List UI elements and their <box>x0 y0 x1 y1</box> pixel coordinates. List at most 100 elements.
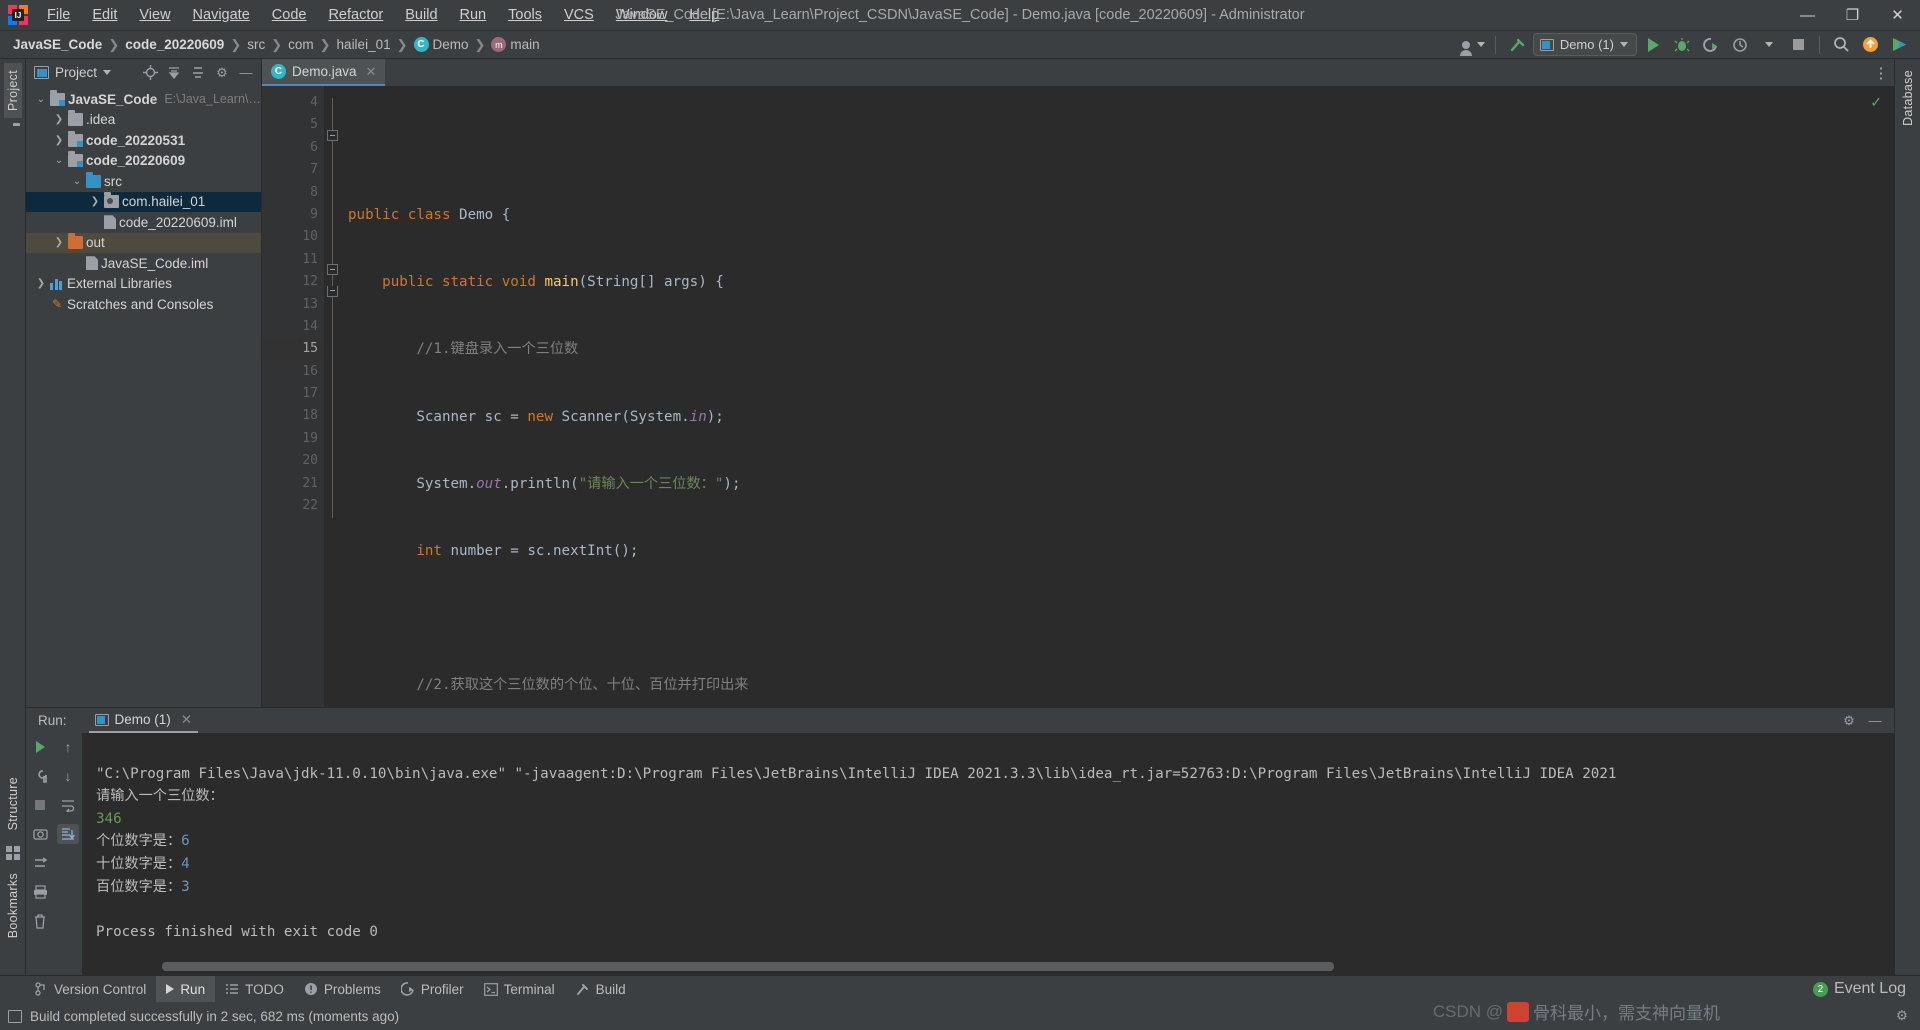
chevron-right-icon[interactable]: ❯ <box>52 237 66 248</box>
menu-window[interactable]: Window <box>605 3 679 27</box>
scroll-to-end-icon[interactable] <box>57 824 79 844</box>
breadcrumb-main[interactable]: m main <box>486 35 544 54</box>
minimize-button[interactable]: — <box>1785 0 1830 31</box>
menu-refactor[interactable]: Refactor <box>317 3 394 27</box>
run-icon[interactable] <box>1640 33 1666 57</box>
maximize-button[interactable]: ❐ <box>1830 0 1875 31</box>
account-icon[interactable] <box>1460 33 1487 57</box>
breadcrumb-hailei-01[interactable]: hailei_01 <box>332 35 396 54</box>
tool-button-problems[interactable]: Problems <box>294 976 391 1002</box>
tree-row-code-20220531[interactable]: ❯ code_20220531 <box>26 130 261 151</box>
tool-button-profiler[interactable]: Profiler <box>391 976 474 1002</box>
fold-toggle-icon[interactable] <box>327 130 338 141</box>
close-icon[interactable]: ✕ <box>366 64 377 80</box>
status-bar-message[interactable]: Build completed successfully in 2 sec, 6… <box>30 1009 399 1024</box>
debug-icon[interactable] <box>1669 33 1695 57</box>
tree-row-code-20220609[interactable]: ⌄ code_20220609 <box>26 151 261 172</box>
menu-vcs[interactable]: VCS <box>553 3 605 27</box>
menu-view[interactable]: View <box>128 3 181 27</box>
chevron-down-icon[interactable]: ⌄ <box>52 155 66 166</box>
menu-build[interactable]: Build <box>394 3 448 27</box>
breadcrumb-com[interactable]: com <box>283 35 319 54</box>
line-number: 13 <box>302 296 318 312</box>
rail-project-button[interactable]: Project <box>3 63 22 119</box>
tree-row-src[interactable]: ⌄ src <box>26 171 261 192</box>
editor-tab-demo-java[interactable]: C Demo.java ✕ <box>262 59 386 86</box>
console-output[interactable]: "C:\Program Files\Java\jdk-11.0.10\bin\j… <box>82 733 1894 975</box>
rail-structure-button[interactable]: Structure <box>4 770 22 837</box>
menu-tools[interactable]: Tools <box>497 3 553 27</box>
menu-code[interactable]: Code <box>261 3 318 27</box>
rail-grid-icon[interactable] <box>5 845 20 860</box>
locate-icon[interactable] <box>139 62 161 84</box>
event-log-button[interactable]: 2 Event Log <box>1812 980 1906 998</box>
tree-row-external-libraries[interactable]: ❯ External Libraries <box>26 274 261 295</box>
expand-all-icon[interactable] <box>163 62 185 84</box>
settings-gear-icon[interactable]: ⚙ <box>211 62 233 84</box>
search-icon[interactable] <box>1828 33 1854 57</box>
breadcrumb-javase-code[interactable]: JavaSE_Code <box>8 35 107 54</box>
scroll-down-icon[interactable]: ↓ <box>57 766 79 786</box>
tool-button-terminal[interactable]: Terminal <box>474 976 565 1002</box>
tool-button-todo[interactable]: TODO <box>215 976 294 1002</box>
run-configuration-selector[interactable]: Demo (1) <box>1532 33 1637 56</box>
tool-button-build[interactable]: Build <box>565 976 636 1002</box>
status-gear-icon[interactable]: ⚙ <box>1896 1008 1908 1024</box>
profiler-icon[interactable] <box>1727 33 1753 57</box>
console-horizontal-scrollbar[interactable] <box>162 962 1334 971</box>
menu-run[interactable]: Run <box>449 3 498 27</box>
chevron-down-icon[interactable]: ⌄ <box>70 176 84 187</box>
breadcrumb-code-20220609[interactable]: code_20220609 <box>120 35 229 54</box>
tree-row-javase-code-iml[interactable]: ❯ JavaSE_Code.iml <box>26 253 261 274</box>
toggle-icon[interactable] <box>29 853 51 873</box>
editor-options-icon[interactable]: ⋮ <box>1868 59 1894 86</box>
tool-button-run[interactable]: Run <box>156 976 216 1002</box>
run-with-coverage-icon[interactable] <box>1698 33 1724 57</box>
breadcrumb-src[interactable]: src <box>242 35 270 54</box>
chevron-down-icon[interactable] <box>1756 33 1782 57</box>
tree-row-javase-code[interactable]: ⌄ JavaSE_Code E:\Java_Learn\Proje <box>26 89 261 110</box>
update-icon[interactable] <box>1857 33 1883 57</box>
print-icon[interactable] <box>29 882 51 902</box>
run-tab-demo[interactable]: Demo (1) ✕ <box>88 709 199 733</box>
tree-row-idea[interactable]: ❯ .idea <box>26 110 261 131</box>
folder-icon <box>68 110 83 127</box>
chevron-down-icon[interactable]: ⌄ <box>34 94 48 105</box>
breadcrumb-demo[interactable]: C Demo <box>409 35 474 54</box>
chevron-right-icon[interactable]: ❯ <box>52 114 66 125</box>
hide-panel-icon[interactable]: — <box>1864 710 1886 732</box>
stop-icon[interactable] <box>1785 33 1811 57</box>
rail-bookmarks-button[interactable]: Bookmarks <box>4 866 22 945</box>
stop-icon[interactable] <box>29 795 51 815</box>
chevron-right-icon[interactable]: ❯ <box>88 196 102 207</box>
trash-icon[interactable] <box>29 911 51 931</box>
settings-wrench-icon[interactable] <box>29 766 51 786</box>
hide-panel-icon[interactable]: — <box>235 62 257 84</box>
tree-row-scratches-and-consoles[interactable]: ❯ ✎ Scratches and Consoles <box>26 294 261 315</box>
hammer-build-icon[interactable] <box>1504 33 1530 57</box>
menu-help[interactable]: Help <box>678 3 730 27</box>
menu-file[interactable]: File <box>36 3 81 27</box>
scroll-up-icon[interactable]: ↑ <box>57 737 79 757</box>
tree-row-com-hailei-01[interactable]: ❯ com.hailei_01 <box>26 191 261 212</box>
chevron-right-icon[interactable]: ❯ <box>34 278 48 289</box>
soft-wrap-icon[interactable] <box>57 795 79 815</box>
close-button[interactable]: ✕ <box>1875 0 1920 31</box>
menu-edit[interactable]: Edit <box>81 3 128 27</box>
tool-button-version-control[interactable]: Version Control <box>24 976 156 1002</box>
chevron-right-icon[interactable]: ❯ <box>52 135 66 146</box>
tree-row-out[interactable]: ❯ out <box>26 232 261 253</box>
fold-toggle-icon[interactable] <box>327 264 338 275</box>
rerun-icon[interactable] <box>29 737 51 757</box>
ide-features-icon[interactable] <box>1886 33 1912 57</box>
menu-navigate[interactable]: Navigate <box>182 3 261 27</box>
collapse-all-icon[interactable] <box>187 62 209 84</box>
fold-end-icon[interactable] <box>327 286 338 297</box>
project-panel-title[interactable]: Project <box>34 65 112 80</box>
rail-database-button[interactable]: Database <box>1899 63 1917 133</box>
settings-gear-icon[interactable]: ⚙ <box>1838 710 1860 732</box>
tool-window-bar-right: 2 Event Log <box>1812 980 1920 998</box>
camera-icon[interactable] <box>29 824 51 844</box>
tree-row-code-20220609-iml[interactable]: ❯ code_20220609.iml <box>26 212 261 233</box>
close-icon[interactable]: ✕ <box>181 712 192 728</box>
